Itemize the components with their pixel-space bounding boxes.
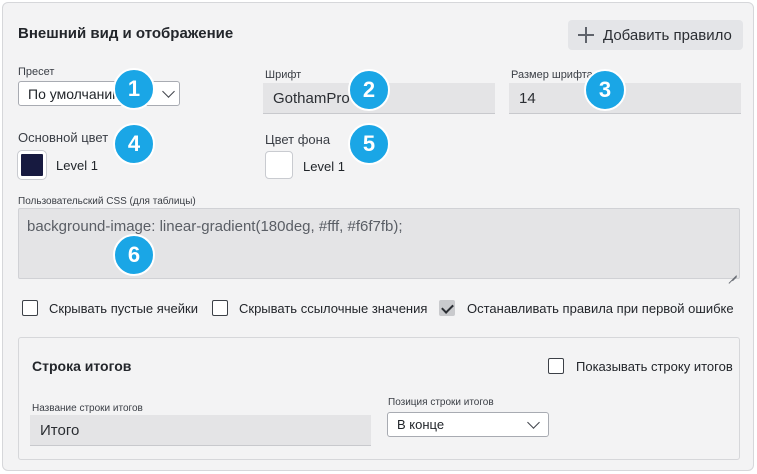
primary-color-label: Основной цвет <box>18 130 109 145</box>
totals-name-label: Название строки итогов <box>32 403 143 414</box>
chevron-down-icon <box>162 85 175 98</box>
annotation-badge-1: 1 <box>113 68 155 110</box>
add-rule-label: Добавить правило <box>603 26 732 44</box>
font-size-label: Размер шрифта <box>511 69 593 81</box>
totals-position-select[interactable]: В конце <box>387 412 549 437</box>
annotation-badge-5: 5 <box>348 123 390 165</box>
stop-rules-on-error-checkbox[interactable] <box>439 300 455 316</box>
stop-rules-on-error-label[interactable]: Останавливать правила при первой ошибке <box>467 301 734 316</box>
section-title: Внешний вид и отображение <box>18 25 234 42</box>
totals-name-field[interactable] <box>30 415 371 446</box>
annotation-badge-3: 3 <box>584 69 626 111</box>
show-totals-label[interactable]: Показывать строку итогов <box>576 359 733 374</box>
annotation-badge-6: 6 <box>113 234 155 276</box>
resize-handle-icon[interactable] <box>728 267 737 276</box>
add-rule-button[interactable]: Добавить правило <box>568 20 743 50</box>
totals-position-label: Позиция строки итогов <box>388 397 494 408</box>
hide-empty-cells-checkbox[interactable] <box>22 300 38 316</box>
background-color-swatch[interactable] <box>265 151 293 179</box>
chevron-down-icon <box>527 416 540 429</box>
custom-css-value: background-image: linear-gradient(180deg… <box>27 218 403 235</box>
primary-color-value: Level 1 <box>56 158 98 173</box>
preset-value: По умолчанию <box>28 85 123 102</box>
background-color-label: Цвет фона <box>265 132 331 147</box>
totals-title: Строка итогов <box>32 358 132 374</box>
plus-icon <box>578 27 594 43</box>
totals-section: Строка итогов Показывать строку итогов Н… <box>18 337 740 460</box>
annotation-badge-2: 2 <box>348 69 390 111</box>
custom-css-label: Пользовательский CSS (для таблицы) <box>18 196 196 207</box>
show-totals-checkbox[interactable] <box>548 358 564 374</box>
preset-select[interactable]: По умолчанию <box>18 81 180 106</box>
hide-reference-values-label[interactable]: Скрывать ссылочные значения <box>239 301 427 316</box>
totals-position-value: В конце <box>397 417 445 432</box>
font-label: Шрифт <box>265 69 302 81</box>
preset-label: Пресет <box>18 66 55 78</box>
font-size-input[interactable] <box>519 89 741 107</box>
hide-reference-values-checkbox[interactable] <box>212 300 228 316</box>
primary-color-swatch[interactable] <box>18 151 46 179</box>
totals-name-input[interactable] <box>40 421 371 439</box>
background-color-value: Level 1 <box>303 159 345 174</box>
annotation-badge-4: 4 <box>113 123 155 165</box>
hide-empty-cells-label[interactable]: Скрывать пустые ячейки <box>49 301 198 316</box>
